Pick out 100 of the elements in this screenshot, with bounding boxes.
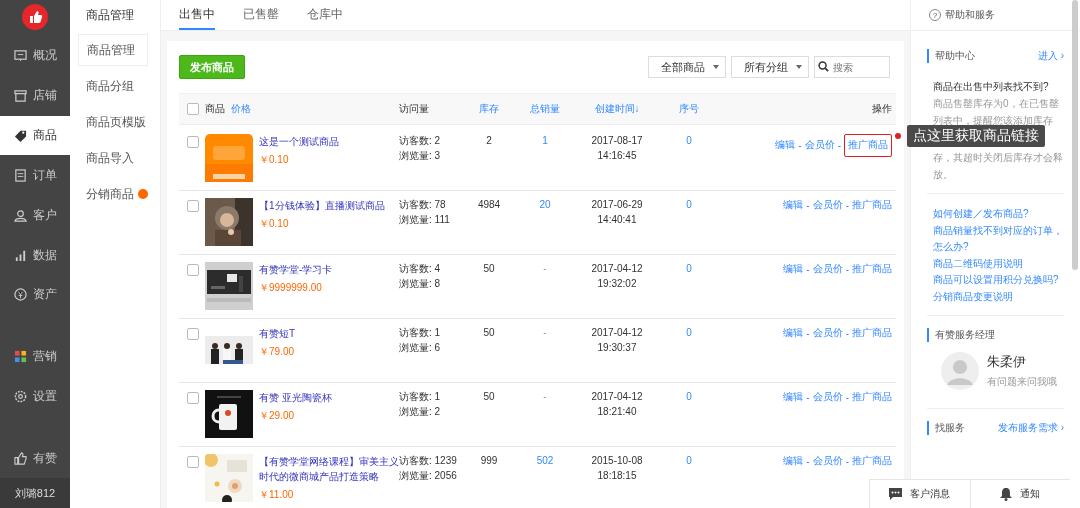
column-header[interactable]: 序号 (679, 103, 699, 114)
time-text: 18:18:15 (597, 469, 637, 482)
section-heading: 帮助中心 (935, 49, 975, 63)
row-checkbox[interactable] (187, 136, 199, 148)
row-checkbox[interactable] (187, 456, 199, 468)
sequence-link[interactable]: 0 (686, 327, 692, 338)
action-link[interactable]: 推广商品 (852, 390, 892, 404)
sales-link[interactable]: 1 (542, 135, 548, 146)
select-all-checkbox[interactable] (187, 103, 199, 115)
column-header[interactable]: 总销量 (530, 103, 560, 114)
help-link[interactable]: 如何创建／发布商品? (933, 206, 1064, 223)
column-header[interactable]: 创建时间↓ (594, 102, 640, 116)
separator-text: - (806, 455, 810, 467)
help-link[interactable]: 商品二维码使用说明 (933, 255, 1064, 272)
action-link[interactable]: 推广商品 (852, 198, 892, 212)
sidebar-item[interactable]: 营销 (0, 336, 70, 377)
column-header[interactable]: 价格 (231, 102, 251, 116)
user-name[interactable]: 刘璐812 (0, 478, 70, 508)
sidebar-item[interactable]: 客户 (0, 195, 70, 236)
date-text: 2017-04-12 (591, 262, 643, 275)
sidebar-item[interactable]: 资产 (0, 274, 70, 315)
coin-icon (14, 288, 27, 302)
sequence-link[interactable]: 0 (686, 391, 692, 402)
section-heading: 找服务 (935, 421, 965, 435)
action-link[interactable]: 会员价 (812, 198, 843, 212)
table-cell: 999 (480, 455, 498, 466)
filter-dropdown[interactable]: 全部商品 (648, 56, 726, 78)
action-link[interactable]: 编辑 (783, 198, 804, 212)
column-header: 商品 (205, 102, 225, 116)
settings-icon (14, 389, 27, 403)
action-link[interactable]: 会员价 (812, 390, 843, 404)
action-link[interactable]: 编辑 (783, 390, 804, 404)
help-link[interactable]: 商品可以设置用积分兑换吗? (933, 272, 1064, 289)
action-link[interactable]: 编辑 (783, 326, 804, 340)
column-header: 操作 (872, 102, 892, 116)
sidebar-item[interactable]: 有赞 (0, 438, 70, 479)
product-name-link[interactable]: 【1分钱体验】直播测试商品 (259, 198, 399, 213)
publish-button[interactable]: 发布商品 (179, 55, 245, 79)
action-link[interactable]: 推广商品 (844, 134, 892, 157)
action-link[interactable]: 会员价 (812, 262, 843, 276)
tab[interactable]: 已售罄 (243, 0, 279, 30)
customer-message-button[interactable]: 客户消息 (870, 480, 970, 508)
action-link[interactable]: 会员价 (812, 326, 843, 340)
product-name-link[interactable]: 有赞短T (259, 326, 399, 341)
tab[interactable]: 仓库中 (307, 0, 343, 30)
row-checkbox[interactable] (187, 264, 199, 276)
thumbs-up-icon (14, 451, 27, 465)
filter-dropdown[interactable]: 所有分组 (731, 56, 809, 78)
product-name-link[interactable]: 【有赞学堂网络课程】审美主义时代的微商城产品打造策略 (259, 454, 399, 484)
sales-link[interactable]: 20 (539, 199, 551, 210)
sequence-link[interactable]: 0 (686, 135, 692, 146)
subnav-item[interactable]: 分销商品 (78, 178, 148, 210)
more-link[interactable]: 进入 › (1037, 49, 1064, 63)
sequence-link[interactable]: 0 (686, 199, 692, 210)
table-cell: - (543, 391, 547, 402)
sidebar-item[interactable]: 商品 (0, 115, 70, 156)
visitor-count: 访客数: 1 (399, 390, 442, 403)
subnav-item[interactable]: 商品页模版 (78, 106, 148, 138)
search-icon (818, 61, 829, 72)
price-text: ￥0.10 (259, 217, 290, 231)
sidebar-item[interactable]: 店铺 (0, 75, 70, 116)
sequence-link[interactable]: 0 (686, 455, 692, 466)
product-name-link[interactable]: 有赞学堂-学习卡 (259, 262, 399, 277)
action-link[interactable]: 推广商品 (852, 262, 892, 276)
time-text: 14:40:41 (597, 213, 637, 226)
row-checkbox[interactable] (187, 200, 199, 212)
sequence-link[interactable]: 0 (686, 263, 692, 274)
sidebar-item[interactable]: 订单 (0, 155, 70, 196)
more-link[interactable]: 发布服务需求 › (997, 421, 1064, 435)
subnav-item[interactable]: 商品管理 (78, 34, 148, 66)
sidebar-item[interactable]: 概况 (0, 35, 70, 76)
person-icon (14, 208, 27, 222)
view-count: 浏览量: 8 (399, 277, 442, 290)
notification-button[interactable]: 通知 (969, 480, 1070, 508)
action-link[interactable]: 推广商品 (852, 326, 892, 340)
action-link[interactable]: 会员价 (812, 454, 843, 468)
sales-link[interactable]: 502 (536, 455, 554, 466)
scrollbar[interactable] (1072, 0, 1078, 270)
action-link[interactable]: 编辑 (783, 262, 804, 276)
help-question: 商品在出售中列表找不到? (933, 80, 1050, 94)
product-name-link[interactable]: 有赞 亚光陶瓷杯 (259, 390, 399, 405)
subnav-item[interactable]: 商品分组 (78, 70, 148, 102)
product-name-link[interactable]: 这是一个测试商品 (259, 134, 399, 149)
action-link[interactable]: 编辑 (783, 454, 804, 468)
sidebar-item[interactable]: 设置 (0, 376, 70, 417)
subnav-item[interactable]: 商品导入 (78, 142, 148, 174)
help-link[interactable]: 商品销量找不到对应的订单，怎么办? (933, 222, 1064, 256)
sidebar-item[interactable]: 数据 (0, 235, 70, 275)
search-field[interactable]: 搜索 (814, 56, 890, 78)
time-text: 14:16:45 (597, 149, 637, 162)
help-link[interactable]: 分销商品变更说明 (933, 288, 1064, 305)
column-header[interactable]: 库存 (479, 103, 499, 114)
view-count: 浏览量: 2056 (399, 469, 458, 482)
time-text: 18:21:40 (597, 405, 637, 418)
action-link[interactable]: 编辑 (775, 138, 796, 153)
callout-tooltip: 点这里获取商品链接 (907, 125, 1045, 147)
action-link[interactable]: 会员价 (804, 138, 835, 153)
action-link[interactable]: 推广商品 (852, 454, 892, 468)
row-checkbox[interactable] (187, 328, 199, 340)
row-checkbox[interactable] (187, 392, 199, 404)
